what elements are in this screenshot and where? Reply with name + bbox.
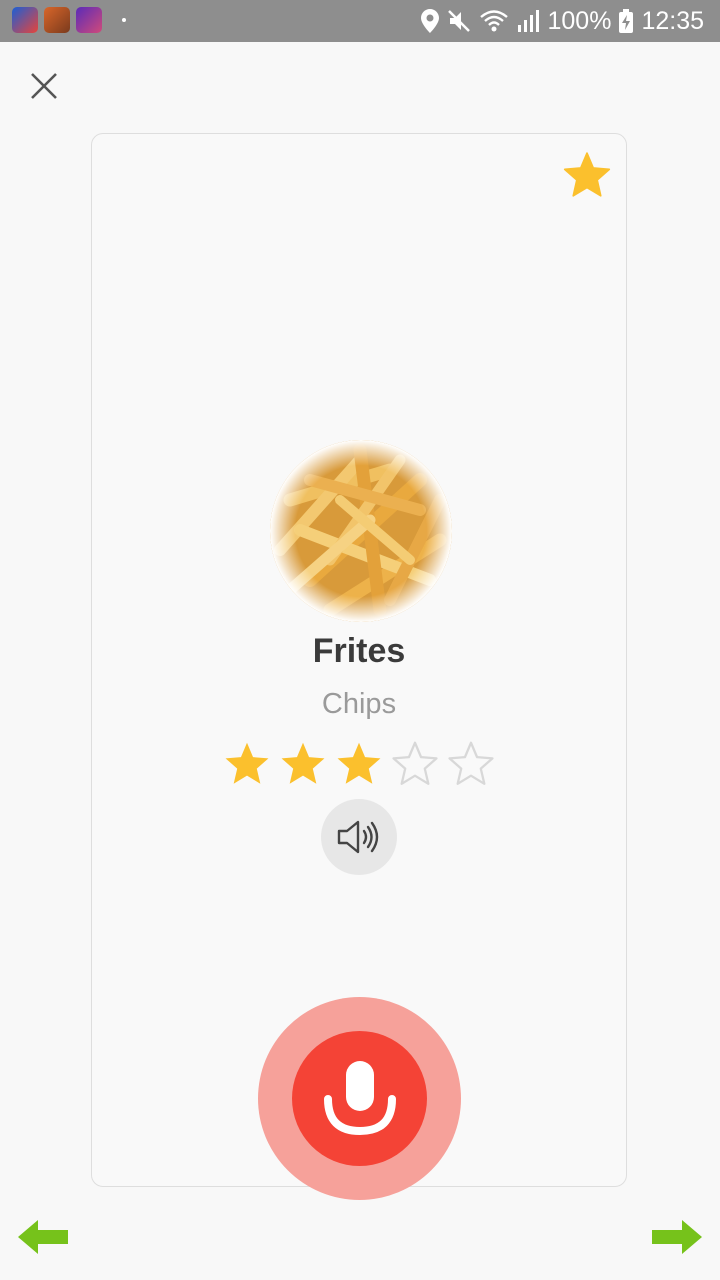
- star-filled-icon: [225, 742, 269, 784]
- star-outline-icon: [448, 741, 494, 785]
- status-bar: 100% 12:35: [0, 0, 720, 42]
- french-fries-image: [270, 440, 452, 622]
- status-icons: 100% 12:35: [421, 6, 704, 36]
- rating: [222, 739, 496, 789]
- app-notification-icon: [76, 7, 102, 33]
- favorite-star-icon[interactable]: [561, 150, 613, 200]
- close-button[interactable]: [22, 64, 66, 108]
- word-text: Frites: [312, 632, 406, 670]
- signal-icon: [518, 10, 540, 32]
- star-filled-icon: [337, 742, 381, 784]
- wifi-icon: [480, 10, 509, 32]
- microphone-icon: [323, 1060, 396, 1135]
- record-button[interactable]: [258, 997, 461, 1200]
- next-arrow-icon[interactable]: [650, 1218, 704, 1256]
- previous-arrow-icon[interactable]: [16, 1218, 70, 1256]
- app-notification-icon: [44, 7, 70, 33]
- location-icon: [421, 9, 440, 33]
- translation-text: Chips: [321, 688, 397, 720]
- battery-percent: 100%: [547, 6, 612, 35]
- speaker-icon: [337, 820, 379, 854]
- star-outline-icon: [392, 741, 438, 785]
- close-icon: [31, 73, 57, 99]
- play-audio-button[interactable]: [321, 799, 397, 875]
- clock: 12:35: [641, 6, 704, 35]
- app-notification-icon: [12, 7, 38, 33]
- star-filled-icon: [281, 742, 325, 784]
- more-notifications-icon: [122, 18, 126, 22]
- record-button-inner: [292, 1031, 427, 1166]
- battery-charging-icon: [619, 9, 634, 33]
- mute-icon: [448, 10, 471, 32]
- notification-app-icons: [12, 7, 126, 33]
